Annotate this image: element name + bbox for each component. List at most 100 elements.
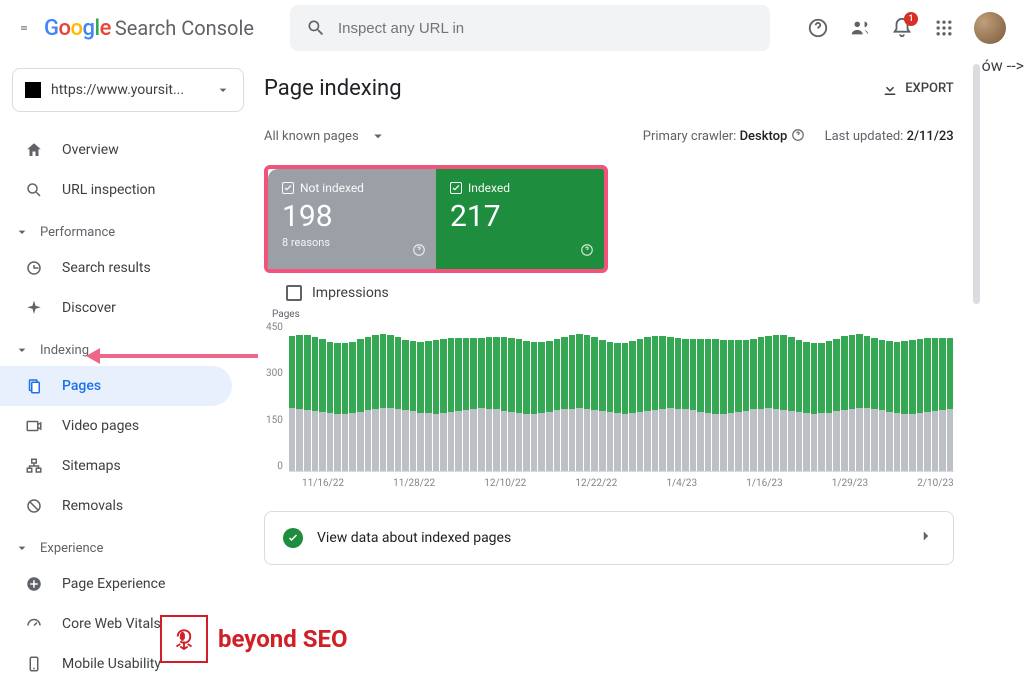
avatar[interactable]	[974, 12, 1006, 44]
card-indexed[interactable]: Indexed 217	[436, 169, 604, 269]
section-label: Experience	[40, 541, 103, 556]
plus-circle-icon	[24, 574, 44, 594]
section-indexing[interactable]: Indexing	[0, 328, 256, 366]
sidebar-item-page-experience[interactable]: Page Experience	[0, 564, 232, 604]
index-cards: Not indexed 198 8 reasons Indexed 217	[264, 165, 608, 273]
home-icon	[24, 140, 44, 160]
property-url: https://www.yoursit...	[51, 82, 205, 98]
card-label: Indexed	[468, 181, 510, 195]
product-name: Search Console	[115, 16, 254, 40]
help-icon[interactable]	[791, 128, 805, 142]
sidebar-item-discover[interactable]: Discover	[0, 288, 232, 328]
chevron-down-icon	[369, 127, 387, 145]
sidebar-item-label: Sitemaps	[62, 458, 121, 474]
sidebar-item-label: Pages	[62, 378, 101, 394]
sidebar-item-label: Overview	[62, 142, 119, 158]
video-icon	[24, 416, 44, 436]
check-circle-icon	[283, 528, 303, 548]
url-search-input[interactable]	[338, 20, 754, 37]
sidebar: https://www.yoursit... Overview URL insp…	[0, 56, 256, 615]
view-indexed-banner[interactable]: View data about indexed pages	[264, 511, 954, 565]
download-icon	[881, 80, 899, 98]
removals-icon	[24, 496, 44, 516]
app-header: Google Search Console 1	[0, 0, 1024, 56]
watermark-text: beyond SEO	[218, 625, 348, 653]
filter-selector[interactable]: All known pages	[264, 127, 387, 145]
pages-icon	[24, 376, 44, 396]
card-sub: 8 reasons	[282, 236, 422, 249]
watermark: $ beyond SEO	[160, 615, 348, 663]
section-label: Performance	[40, 225, 115, 240]
section-performance[interactable]: Performance	[0, 210, 256, 248]
card-label: Not indexed	[300, 181, 364, 195]
x-axis: 11/16/2211/28/2212/10/2212/22/221/4/231/…	[266, 472, 954, 489]
card-value: 198	[282, 199, 422, 234]
sidebar-item-sitemaps[interactable]: Sitemaps	[0, 446, 232, 486]
hamburger-icon[interactable]	[12, 16, 36, 40]
sidebar-item-label: Discover	[62, 300, 116, 316]
export-button[interactable]: EXPORT	[881, 80, 953, 98]
chevron-down-icon	[14, 342, 30, 358]
search-icon	[306, 18, 326, 38]
mobile-icon	[24, 654, 44, 674]
filter-label: All known pages	[264, 129, 359, 144]
indexing-chart: Pages 4503001500 11/16/2211/28/2212/10/2…	[264, 309, 954, 489]
y-axis-title: Pages	[266, 309, 954, 320]
checkbox-icon	[286, 285, 302, 301]
sidebar-item-search-results[interactable]: Search results	[0, 248, 232, 288]
chevron-down-icon	[215, 82, 231, 98]
export-label: EXPORT	[905, 81, 953, 96]
last-updated-value: 2/11/23	[907, 129, 954, 144]
impressions-toggle[interactable]: Impressions	[264, 285, 954, 301]
checkbox-icon	[450, 182, 462, 194]
impressions-label: Impressions	[312, 285, 389, 301]
section-label: Indexing	[40, 343, 89, 358]
url-search[interactable]	[290, 5, 770, 51]
sidebar-item-label: Core Web Vitals	[62, 616, 161, 632]
bell-icon[interactable]: 1	[890, 16, 914, 40]
chevron-down-icon	[14, 224, 30, 240]
primary-crawler-value: Desktop	[740, 129, 788, 144]
svg-text:$: $	[180, 632, 184, 641]
checkbox-icon	[282, 182, 294, 194]
card-not-indexed[interactable]: Not indexed 198 8 reasons	[268, 169, 436, 269]
sidebar-item-url-inspection[interactable]: URL inspection	[0, 170, 232, 210]
last-updated-label: Last updated:	[825, 129, 904, 144]
chevron-right-icon	[917, 527, 935, 549]
sidebar-item-label: URL inspection	[62, 182, 155, 198]
logo: Google Search Console	[44, 16, 254, 41]
google-logo: Google	[44, 16, 111, 41]
speed-icon	[24, 614, 44, 634]
discover-icon	[24, 298, 44, 318]
page-title: Page indexing	[264, 76, 402, 101]
help-icon[interactable]	[412, 242, 426, 261]
help-icon[interactable]	[806, 16, 830, 40]
sitemap-icon	[24, 456, 44, 476]
people-icon[interactable]	[848, 16, 872, 40]
sidebar-item-label: Removals	[62, 498, 123, 514]
sidebar-item-overview[interactable]: Overview	[0, 130, 232, 170]
sidebar-item-video-pages[interactable]: Video pages	[0, 406, 232, 446]
help-icon[interactable]	[580, 242, 594, 261]
sidebar-item-removals[interactable]: Removals	[0, 486, 232, 526]
apps-icon[interactable]	[932, 16, 956, 40]
sidebar-item-label: Page Experience	[62, 576, 165, 592]
banner-text: View data about indexed pages	[317, 530, 511, 546]
y-axis: 4503001500	[266, 322, 289, 472]
property-selector[interactable]: https://www.yoursit...	[12, 68, 244, 112]
chevron-down-icon	[14, 540, 30, 556]
sidebar-item-label: Video pages	[62, 418, 139, 434]
notif-badge: 1	[904, 12, 918, 26]
section-experience[interactable]: Experience	[0, 526, 256, 564]
primary-crawler-label: Primary crawler:	[643, 129, 737, 144]
search-icon	[24, 180, 44, 200]
chart-bars	[289, 322, 954, 472]
sidebar-item-label: Mobile Usability	[62, 656, 161, 672]
sidebar-item-label: Search results	[62, 260, 151, 276]
scrollbar[interactable]	[973, 64, 980, 304]
site-favicon	[25, 82, 41, 98]
sidebar-item-pages[interactable]: Pages	[0, 366, 232, 406]
main-content: Page indexing EXPORT All known pages Pri…	[256, 56, 982, 615]
google-g-icon	[24, 258, 44, 278]
card-value: 217	[450, 199, 590, 234]
